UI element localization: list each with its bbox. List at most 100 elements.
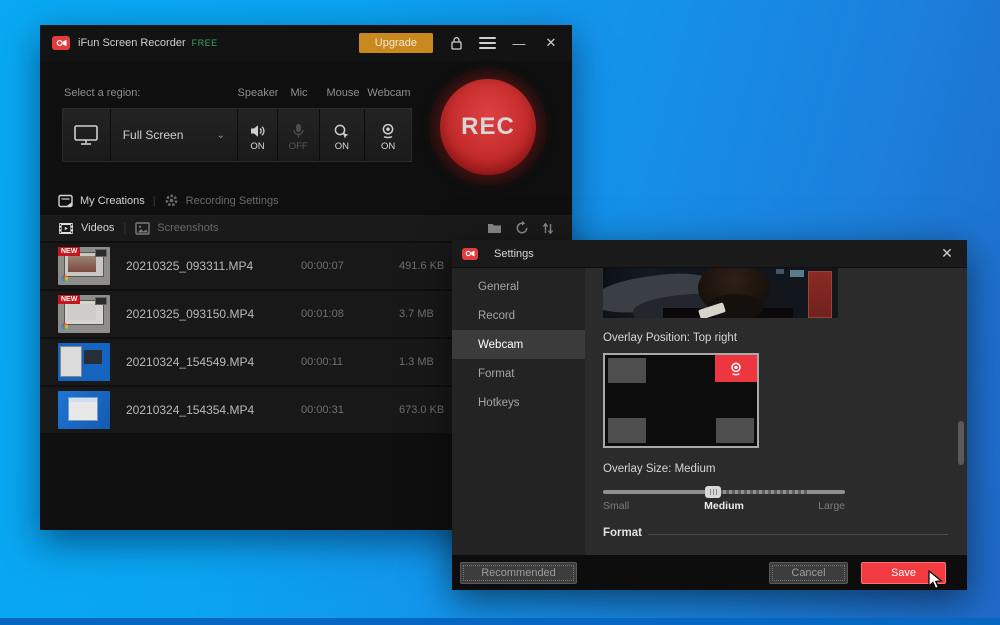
overlay-size-slider[interactable] xyxy=(603,485,845,499)
webcam-preview xyxy=(603,268,838,318)
region-selected-value: Full Screen xyxy=(122,128,184,142)
sidebar-item-general[interactable]: General xyxy=(452,272,585,301)
speaker-icon xyxy=(250,124,265,137)
recording-settings-label: Recording Settings xyxy=(185,194,279,207)
screenshots-label: Screenshots xyxy=(157,222,219,234)
position-top-right-selected[interactable] xyxy=(715,355,757,382)
overlay-position-label: Overlay Position: Top right xyxy=(603,332,738,344)
sidebar-item-webcam[interactable]: Webcam xyxy=(452,330,585,359)
settings-close-button[interactable]: ✕ xyxy=(937,244,957,264)
file-name: 20210324_154549.MP4 xyxy=(126,355,255,369)
slider-labels: Small Medium Large xyxy=(603,500,845,512)
file-duration: 00:00:11 xyxy=(301,356,344,368)
mouse-click-icon xyxy=(335,124,349,138)
desktop: iFun Screen Recorder FREE Upgrade — ✕ Se… xyxy=(0,0,1000,625)
videos-icon xyxy=(59,222,73,234)
video-thumbnail xyxy=(58,343,110,381)
format-section-rule xyxy=(648,534,948,535)
video-thumbnail: NEW xyxy=(58,295,110,333)
mouse-state: ON xyxy=(334,140,350,152)
webcam-label: Webcam xyxy=(367,87,411,99)
cancel-button[interactable]: Cancel xyxy=(769,561,848,584)
library-divider: | xyxy=(123,222,127,234)
video-thumbnail xyxy=(58,391,110,429)
file-duration: 00:00:31 xyxy=(301,404,344,416)
format-section-header: Format xyxy=(603,527,642,539)
library-bar: Videos | Screenshots xyxy=(40,215,572,241)
tab-videos[interactable]: Videos xyxy=(58,222,114,235)
region-dropdown[interactable]: Full Screen ⌄ xyxy=(110,109,239,161)
mic-toggle[interactable]: OFF xyxy=(277,109,320,161)
menu-icon[interactable] xyxy=(479,37,496,49)
tab-recording-settings[interactable]: Recording Settings xyxy=(164,193,279,208)
overlay-position-selector xyxy=(603,353,759,448)
file-duration: 00:00:07 xyxy=(301,260,344,272)
position-top-left[interactable] xyxy=(608,358,646,383)
position-bottom-right[interactable] xyxy=(716,418,754,443)
tab-my-creations[interactable]: My Creations xyxy=(58,194,145,208)
settings-footer: Recommended Cancel Save xyxy=(452,555,967,590)
record-button[interactable]: REC xyxy=(429,68,547,186)
close-button[interactable]: ✕ xyxy=(542,34,560,52)
speaker-toggle[interactable]: ON xyxy=(238,109,278,161)
save-button[interactable]: Save xyxy=(861,561,946,584)
sidebar-item-format[interactable]: Format xyxy=(452,359,585,388)
slider-label-medium: Medium xyxy=(704,500,744,512)
upgrade-button[interactable]: Upgrade xyxy=(358,33,433,53)
sidebar-item-record[interactable]: Record xyxy=(452,301,585,330)
rec-label: REC xyxy=(461,113,515,140)
settings-dialog: Settings ✕ General Record Webcam Format … xyxy=(452,240,967,590)
file-name: 20210325_093150.MP4 xyxy=(126,307,255,321)
screenshots-icon xyxy=(135,221,150,235)
videos-label: Videos xyxy=(81,222,115,234)
sidebar-item-hotkeys[interactable]: Hotkeys xyxy=(452,388,585,417)
webcam-state: ON xyxy=(381,140,396,152)
nav-row: My Creations | Recording Settings xyxy=(40,188,572,213)
video-thumbnail: NEW xyxy=(58,247,110,285)
file-size: 1.3 MB xyxy=(399,356,434,368)
lock-icon[interactable] xyxy=(447,34,465,52)
webcam-toggle[interactable]: ON xyxy=(365,109,411,161)
file-name: 20210325_093311.MP4 xyxy=(126,259,254,273)
webcam-icon xyxy=(382,123,394,138)
settings-sidebar: General Record Webcam Format Hotkeys xyxy=(452,268,585,555)
mouse-toggle[interactable]: ON xyxy=(319,109,366,161)
my-creations-label: My Creations xyxy=(80,194,145,207)
file-size: 491.6 KB xyxy=(399,260,445,272)
position-bottom-left[interactable] xyxy=(608,418,646,443)
settings-title: Settings xyxy=(494,247,534,260)
display-select-button[interactable] xyxy=(63,109,111,161)
window-title: iFun Screen Recorder xyxy=(78,37,186,49)
gear-icon xyxy=(165,194,178,207)
settings-content: Overlay Position: Top right Overlay Size… xyxy=(585,268,967,555)
slider-track-dots xyxy=(720,490,810,494)
app-logo-icon xyxy=(52,36,70,50)
file-size: 673.0 KB xyxy=(399,404,445,416)
creations-icon xyxy=(58,194,73,207)
webcam-icon xyxy=(731,362,741,375)
main-titlebar: iFun Screen Recorder FREE Upgrade — ✕ xyxy=(40,25,572,61)
sort-icon[interactable] xyxy=(542,222,554,235)
speaker-state: ON xyxy=(250,140,265,152)
capture-controls: Full Screen ⌄ ON OFF ON ON xyxy=(62,108,412,162)
app-logo-icon xyxy=(462,247,478,260)
new-badge: NEW xyxy=(58,295,81,304)
license-badge: FREE xyxy=(191,38,218,48)
region-label: Select a region: xyxy=(64,87,141,99)
new-badge: NEW xyxy=(58,247,81,256)
refresh-icon[interactable] xyxy=(515,221,529,235)
settings-scrollbar[interactable] xyxy=(958,421,964,465)
minimize-button[interactable]: — xyxy=(510,34,528,52)
recommended-button[interactable]: Recommended xyxy=(460,561,577,584)
overlay-size-label: Overlay Size: Medium xyxy=(603,463,716,475)
mic-icon xyxy=(293,123,304,137)
mic-state: OFF xyxy=(288,140,308,152)
open-folder-icon[interactable] xyxy=(487,222,502,234)
chevron-down-icon: ⌄ xyxy=(216,129,226,141)
file-size: 3.7 MB xyxy=(399,308,434,320)
file-name: 20210324_154354.MP4 xyxy=(126,403,255,417)
tab-screenshots[interactable]: Screenshots xyxy=(135,221,219,235)
settings-titlebar: Settings ✕ xyxy=(452,240,967,268)
slider-handle[interactable] xyxy=(705,486,721,498)
nav-divider: | xyxy=(152,194,156,207)
